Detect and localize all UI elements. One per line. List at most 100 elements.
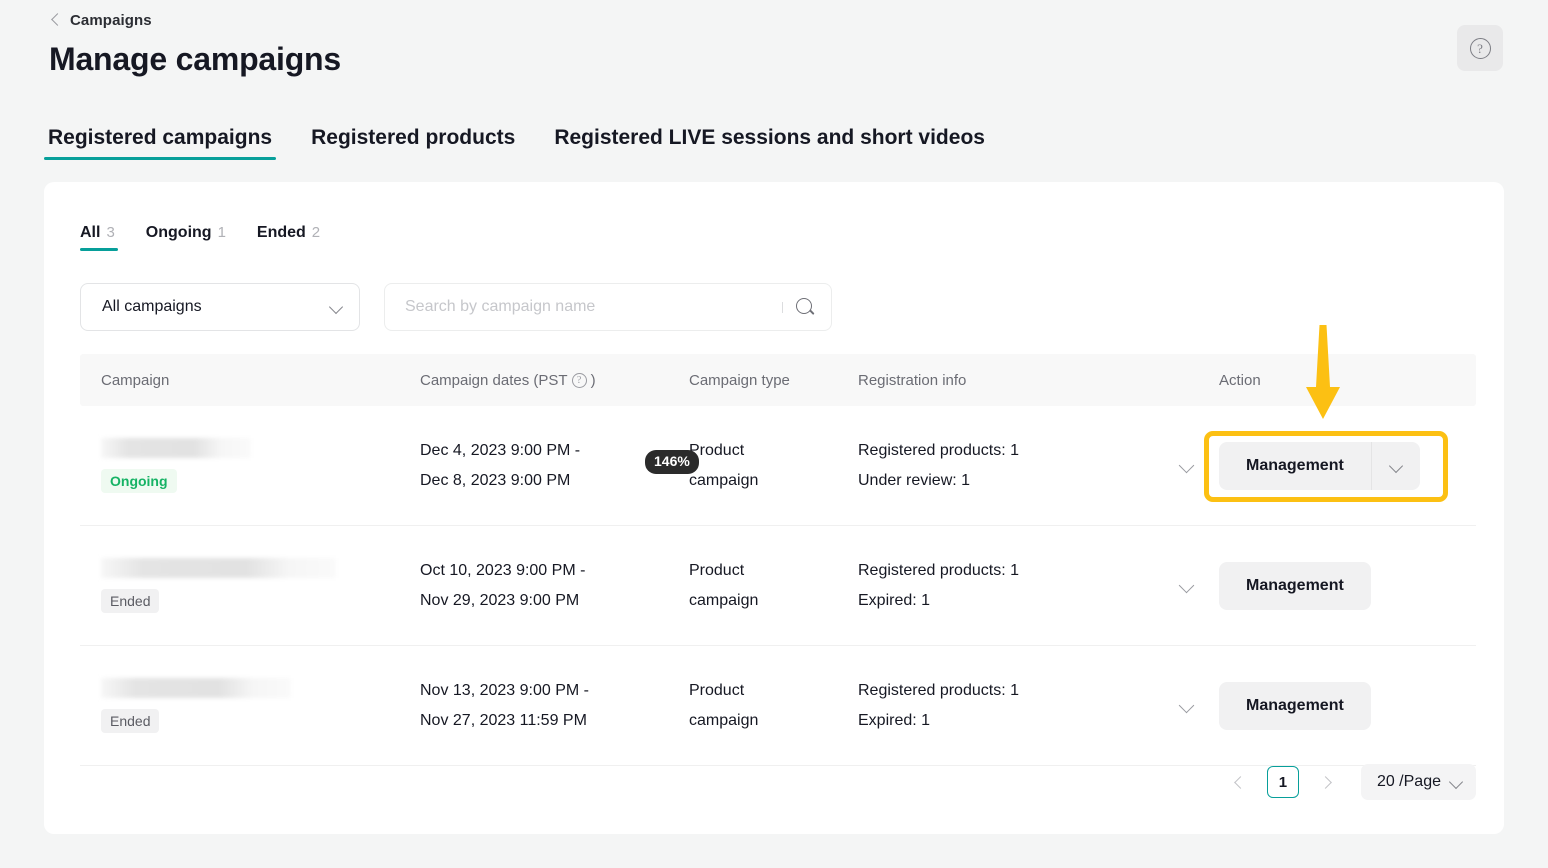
tab-registered-campaigns[interactable]: Registered campaigns (44, 126, 277, 160)
campaign-type-cell: Product campaign (689, 676, 858, 736)
campaign-type-line-2: campaign (689, 711, 759, 729)
management-button-group[interactable]: Management (1219, 441, 1420, 490)
question-circle-icon[interactable]: ? (1469, 37, 1491, 59)
redacted-campaign-name (101, 677, 291, 698)
table-row: Ended Nov 13, 2023 9:00 PM - Nov 27, 202… (80, 646, 1476, 766)
chevron-right-icon (1319, 775, 1332, 789)
subtab-ended[interactable]: Ended 2 (257, 224, 320, 251)
subtab-all[interactable]: All 3 (80, 223, 118, 251)
chevron-down-icon (1390, 460, 1402, 472)
column-header-campaign-dates: Campaign dates (PST ? ) (420, 372, 689, 389)
page-title: Manage campaigns (49, 41, 342, 77)
registered-products-count: Registered products: 1 (858, 561, 1019, 579)
expired-count: Expired: 1 (858, 711, 931, 729)
search-input[interactable] (405, 298, 782, 316)
campaign-date-end: Nov 29, 2023 9:00 PM (420, 591, 580, 609)
chevron-down-icon (1450, 776, 1462, 788)
page-size-select[interactable]: 20 /Page (1360, 764, 1476, 800)
campaign-type-line-2: campaign (689, 591, 759, 609)
pagination-prev-button[interactable] (1223, 766, 1255, 798)
search-box[interactable] (384, 283, 832, 331)
under-review-count: Under review: 1 (858, 471, 971, 489)
search-divider (782, 301, 783, 313)
main-tabs: Registered campaigns Registered products… (44, 118, 989, 160)
expired-count: Expired: 1 (858, 591, 931, 609)
campaign-name-cell: Ended (80, 557, 420, 614)
status-badge: Ongoing (101, 468, 177, 494)
registered-products-count: Registered products: 1 (858, 681, 1019, 699)
filter-row: All campaigns (80, 283, 832, 331)
management-dropdown-button[interactable] (1370, 441, 1420, 490)
row-expand-toggle[interactable] (1155, 457, 1219, 475)
campaign-type-select-value: All campaigns (102, 298, 202, 315)
column-header-registration-info: Registration info (858, 371, 967, 389)
campaign-type-line-1: Product (689, 561, 745, 579)
redacted-campaign-name (101, 557, 336, 578)
pagination: 1 20 /Page (1223, 764, 1476, 800)
management-button[interactable]: Management (1219, 441, 1371, 490)
row-action-cell: Management (1219, 681, 1476, 730)
subtab-ended-label: Ended (256, 223, 306, 241)
breadcrumb[interactable]: Campaigns (50, 8, 152, 32)
campaign-type-select[interactable]: All campaigns (80, 283, 360, 331)
table-row: Ongoing Dec 4, 2023 9:00 PM - Dec 8, 202… (80, 406, 1476, 526)
pagination-next-button[interactable] (1311, 766, 1343, 798)
campaign-date-start: Oct 10, 2023 9:00 PM - (420, 561, 586, 579)
column-header-campaign-dates-suffix: ) (590, 371, 596, 389)
table-row: Ended Oct 10, 2023 9:00 PM - Nov 29, 202… (80, 526, 1476, 646)
breadcrumb-label[interactable]: Campaigns (70, 12, 152, 29)
registration-info-cell: Registered products: 1 Under review: 1 (858, 436, 1155, 496)
subtab-ongoing-label: Ongoing (145, 223, 212, 241)
page-size-label: 20 /Page (1376, 773, 1441, 790)
tab-registered-products[interactable]: Registered products (307, 126, 519, 160)
subtab-ended-count: 2 (311, 223, 321, 241)
tab-registered-live-sessions[interactable]: Registered LIVE sessions and short video… (550, 126, 989, 160)
campaign-dates-cell: Oct 10, 2023 9:00 PM - Nov 29, 2023 9:00… (420, 556, 689, 616)
chevron-left-icon[interactable] (50, 14, 62, 26)
campaigns-card: All 3 Ongoing 1 Ended 2 All campaigns Se… (44, 182, 1504, 834)
campaign-name-cell: Ongoing (80, 437, 420, 494)
subtab-ongoing-count: 1 (217, 223, 226, 241)
row-action-cell: Management (1219, 441, 1476, 490)
zoom-level-pill: 146% (645, 450, 699, 474)
status-badge: Ended (101, 588, 160, 614)
status-badge: Ended (101, 708, 160, 734)
row-action-cell: Management (1219, 561, 1476, 610)
subtab-all-label: All (80, 223, 101, 241)
campaign-name-cell: Ended (80, 677, 420, 734)
row-expand-toggle[interactable] (1155, 697, 1219, 715)
chevron-down-icon[interactable] (1178, 697, 1196, 715)
campaign-type-line-2: campaign (689, 471, 759, 489)
info-circle-icon[interactable]: ? (571, 372, 587, 388)
column-header-action: Action (1219, 371, 1261, 389)
subtab-all-count: 3 (106, 223, 115, 241)
campaign-date-end: Nov 27, 2023 11:59 PM (420, 711, 587, 729)
column-header-campaign-type: Campaign type (689, 371, 790, 389)
chevron-down-icon[interactable] (1178, 577, 1196, 595)
registration-info-cell: Registered products: 1 Expired: 1 (858, 676, 1155, 736)
help-button[interactable]: ? (1457, 25, 1503, 71)
column-header-campaign: Campaign (101, 371, 170, 389)
table-header-row: Campaign Campaign dates (PST ? ) Campaig… (80, 354, 1476, 406)
campaign-type-line-1: Product (689, 681, 745, 699)
registration-info-cell: Registered products: 1 Expired: 1 (858, 556, 1155, 616)
column-header-campaign-dates-label: Campaign dates (PST (420, 371, 568, 389)
chevron-down-icon (330, 301, 342, 313)
pagination-page-1[interactable]: 1 (1266, 766, 1299, 798)
management-button[interactable]: Management (1219, 681, 1371, 730)
row-expand-toggle[interactable] (1155, 577, 1219, 595)
status-filter-tabs: All 3 Ongoing 1 Ended 2 (80, 222, 320, 252)
campaign-dates-cell: Nov 13, 2023 9:00 PM - Nov 27, 2023 11:5… (420, 676, 689, 736)
chevron-left-icon (1234, 775, 1247, 789)
campaign-type-cell: Product campaign (689, 436, 858, 496)
redacted-campaign-name (101, 437, 251, 458)
management-button[interactable]: Management (1219, 561, 1371, 610)
search-icon[interactable] (795, 297, 815, 317)
chevron-down-icon[interactable] (1178, 457, 1196, 475)
subtab-ongoing[interactable]: Ongoing 1 (146, 224, 226, 251)
campaign-type-cell: Product campaign (689, 556, 858, 616)
manage-campaigns-page: Campaigns Manage campaigns ? Registered … (0, 0, 1548, 868)
campaigns-table: Campaign Campaign dates (PST ? ) Campaig… (80, 354, 1476, 766)
campaign-type-line-1: Product (689, 441, 745, 459)
campaign-date-start: Nov 13, 2023 9:00 PM - (420, 681, 589, 699)
